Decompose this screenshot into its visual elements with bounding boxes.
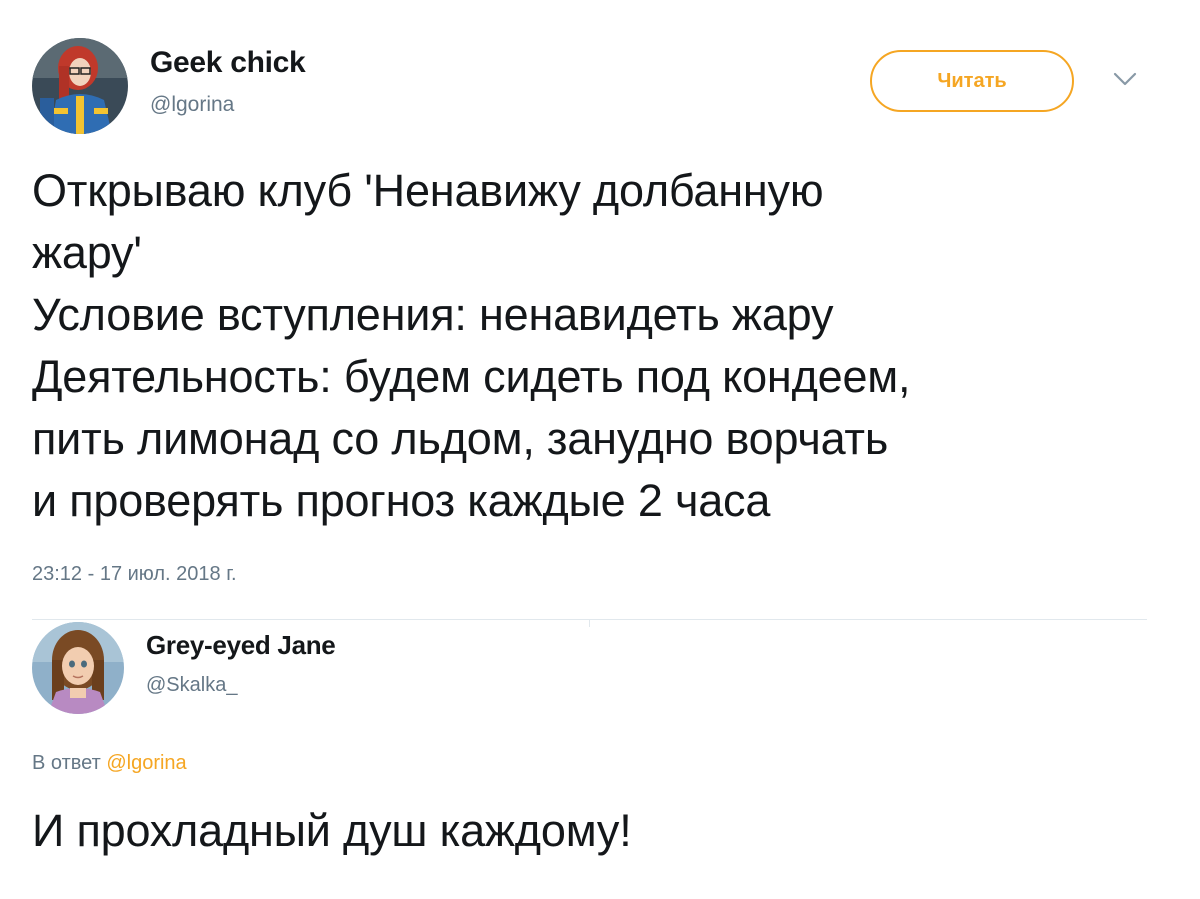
- reply-author-name[interactable]: Grey-eyed Jane: [146, 630, 336, 661]
- tweet-text: Открываю клуб 'Ненавижу долбанную жару' …: [32, 165, 911, 526]
- avatar-image: [32, 622, 124, 714]
- tweet-timestamp[interactable]: 23:12 - 17 июл. 2018 г.: [32, 563, 237, 586]
- follow-button[interactable]: Читать: [870, 50, 1074, 112]
- avatar-image: [32, 38, 128, 134]
- reply-header: Grey-eyed Jane @Skalka_: [32, 622, 632, 718]
- author-avatar[interactable]: [32, 38, 128, 134]
- chevron-down-icon[interactable]: [1110, 68, 1140, 90]
- reply-context: В ответ @lgorina: [32, 752, 187, 775]
- reply-avatar[interactable]: [32, 622, 124, 714]
- tweet-header: Geek chick @lgorina Читать: [32, 38, 1162, 138]
- author-name[interactable]: Geek chick: [150, 46, 306, 80]
- reply-text: И прохладный душ каждому!: [32, 805, 632, 856]
- reply-author-handle[interactable]: @Skalka_: [146, 674, 237, 697]
- author-handle[interactable]: @lgorina: [150, 93, 234, 117]
- reply-context-prefix: В ответ: [32, 752, 101, 774]
- reply-context-mention[interactable]: @lgorina: [106, 752, 186, 774]
